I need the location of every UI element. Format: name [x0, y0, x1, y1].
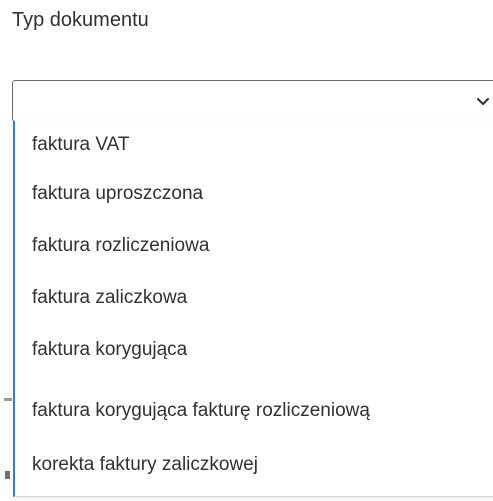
background-edge-mark [4, 398, 12, 401]
background-edge-dot [5, 471, 10, 479]
option-faktura-korygujaca-rozliczeniowa[interactable]: faktura korygująca fakturę rozliczeniową [32, 397, 370, 425]
option-faktura-zaliczkowa[interactable]: faktura zaliczkowa [32, 284, 187, 312]
chevron-down-icon[interactable] [476, 95, 490, 109]
document-type-select[interactable] [12, 80, 493, 122]
document-type-dropdown: faktura VAT faktura uproszczona faktura … [13, 121, 493, 497]
option-faktura-korygujaca[interactable]: faktura korygująca [32, 336, 187, 364]
document-type-label: Typ dokumentu [12, 9, 149, 31]
option-faktura-rozliczeniowa[interactable]: faktura rozliczeniowa [32, 232, 209, 260]
option-faktura-vat[interactable]: faktura VAT [32, 131, 130, 159]
option-faktura-uproszczona[interactable]: faktura uproszczona [32, 180, 203, 208]
option-korekta-faktury-zaliczkowej[interactable]: korekta faktury zaliczkowej [32, 451, 258, 479]
